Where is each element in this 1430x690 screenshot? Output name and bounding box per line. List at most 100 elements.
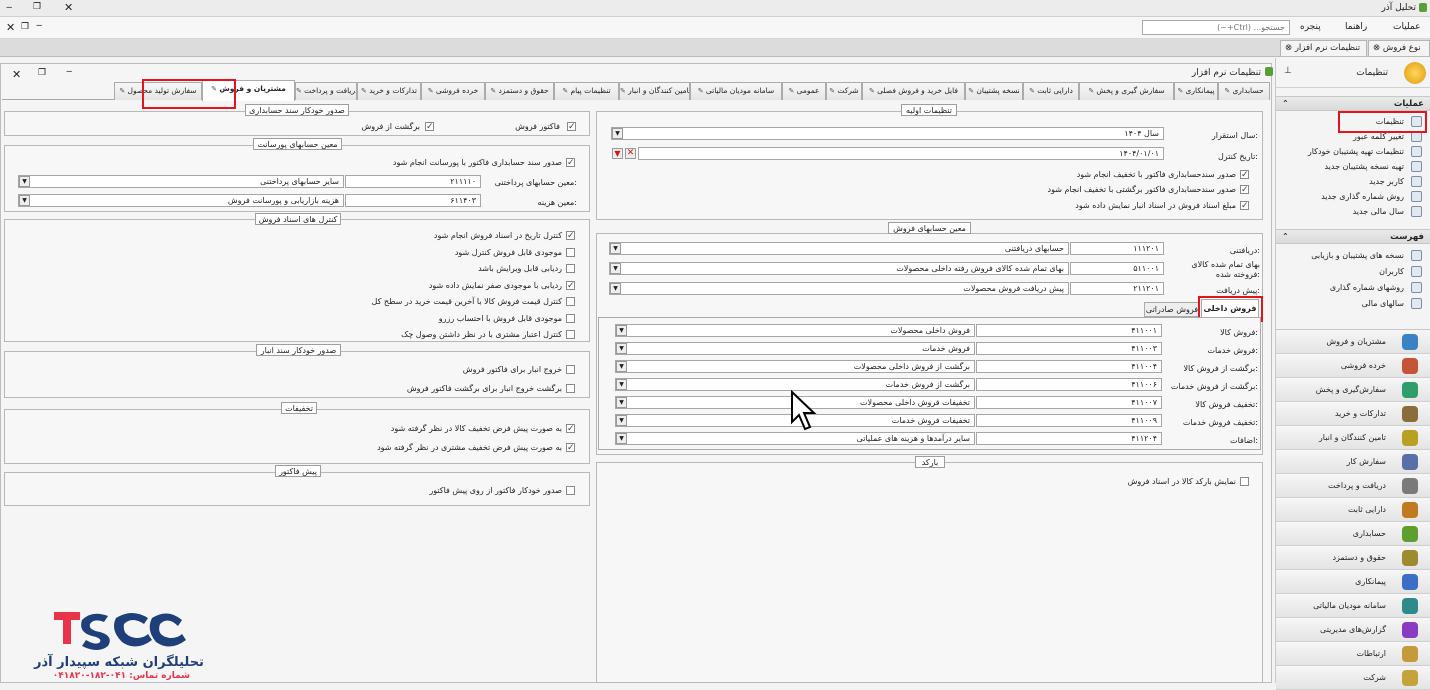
return-checkbox[interactable] xyxy=(425,122,434,131)
panel-restore-icon[interactable]: ❐ xyxy=(38,68,46,78)
tab-7[interactable]: ✎ عمومی xyxy=(782,82,826,100)
discount-checkbox[interactable] xyxy=(566,424,575,433)
doc-control-checkbox[interactable] xyxy=(566,247,575,257)
dropdown-arrow-icon[interactable]: ▼ xyxy=(616,433,627,444)
mdi-close-icon[interactable]: ✕ xyxy=(6,21,15,34)
nav-module-10[interactable]: پیمانکاری xyxy=(1276,570,1430,594)
sidebar-ops-header[interactable]: عملیات ⌃ xyxy=(1276,96,1430,111)
tab-8[interactable]: ✎ سامانه مودیان مالیاتی xyxy=(690,82,782,100)
nav-module-8[interactable]: حسابداری xyxy=(1276,522,1430,546)
search-input[interactable] xyxy=(1142,20,1290,35)
sidebar-op-new-fiscal-year[interactable]: سال مالی جدید xyxy=(1276,204,1430,219)
discount-checkbox[interactable] xyxy=(566,443,575,452)
tab-close-icon[interactable]: ⊗ xyxy=(1373,43,1380,53)
doctab-settings[interactable]: ⊗ تنظیمات نرم افزار xyxy=(1280,40,1367,56)
sidebar-list-item[interactable]: نسخه های پشتیبان و بازیابی xyxy=(1276,248,1430,264)
close-icon[interactable]: ✕ xyxy=(64,1,73,14)
menu-operations[interactable]: عملیات xyxy=(1393,22,1420,32)
sales-account-name-select[interactable]: حسابهای دریافتنی xyxy=(609,242,1069,255)
sidebar-list-item[interactable]: روشهای شماره گذاری xyxy=(1276,280,1430,296)
tab-11[interactable]: ✎ حقوق و دستمزد xyxy=(485,82,554,100)
nav-module-0[interactable]: مشتریان و فروش xyxy=(1276,330,1430,354)
domestic-row-code-input[interactable]: ۴۱۱۰۰۱ xyxy=(976,324,1162,337)
menu-help[interactable]: راهنما xyxy=(1345,22,1367,32)
tab-2[interactable]: ✎ سفارش گیری و پخش xyxy=(1079,82,1174,100)
dropdown-arrow-icon[interactable]: ▼ xyxy=(616,379,627,390)
checkbox[interactable] xyxy=(1240,201,1249,210)
nav-module-13[interactable]: ارتباطات xyxy=(1276,642,1430,666)
sidebar-op-auto-backup[interactable]: تنظیمات تهیه پشتیبان خودکار xyxy=(1276,144,1430,159)
dropdown-arrow-icon[interactable]: ▼ xyxy=(616,415,627,426)
tab-5[interactable]: ✎ فایل خرید و فروش فصلی xyxy=(862,82,965,100)
nav-module-12[interactable]: گزارش‌های مدیریتی xyxy=(1276,618,1430,642)
dropdown-arrow-icon[interactable]: ▼ xyxy=(19,176,30,187)
sidebar-op-new-user[interactable]: کاربر جدید xyxy=(1276,174,1430,189)
nav-module-6[interactable]: دریافت و پرداخت xyxy=(1276,474,1430,498)
nav-module-14[interactable]: شرکت xyxy=(1276,666,1430,690)
tab-export-sales[interactable]: فروش صادراتی xyxy=(1144,302,1200,317)
sidebar-op-new-numbering[interactable]: روش شماره گذاری جدید xyxy=(1276,189,1430,204)
domestic-row-name-select[interactable]: سایر درآمدها و هزینه های عملیاتی xyxy=(615,432,975,445)
payable-code-input[interactable]: ۲۱۱۱۱۰ xyxy=(345,175,481,188)
domestic-row-code-input[interactable]: ۴۱۱۰۰۳ xyxy=(976,342,1162,355)
checkbox[interactable] xyxy=(1240,170,1249,179)
sales-account-code-input[interactable]: ۵۱۱۰۰۱ xyxy=(1070,262,1164,275)
domestic-row-code-input[interactable]: ۴۱۱۰۰۹ xyxy=(976,414,1162,427)
doc-control-checkbox[interactable] xyxy=(566,231,575,240)
dropdown-arrow-icon[interactable]: ▼ xyxy=(610,263,621,274)
tab-14[interactable]: ✎ دریافت و پرداخت xyxy=(295,82,357,100)
control-date-input[interactable]: ۱۴۰۴/۰۱/۰۱ xyxy=(638,147,1164,160)
sidebar-list-header[interactable]: فهرست ⌃ xyxy=(1276,229,1430,244)
tab-close-icon[interactable]: ⊗ xyxy=(1285,43,1292,53)
mdi-minimize-icon[interactable]: ‒ xyxy=(36,20,42,31)
dropdown-arrow-icon[interactable]: ▼ xyxy=(616,325,627,336)
domestic-row-code-input[interactable]: ۴۱۱۰۰۴ xyxy=(976,360,1162,373)
tab-0[interactable]: ✎ حسابداری xyxy=(1218,82,1270,100)
sales-account-name-select[interactable]: بهای تمام شده کالای فروش رفته داخلی محصو… xyxy=(609,262,1069,275)
collapse-icon[interactable]: ⌃ xyxy=(1282,230,1289,244)
dropdown-arrow-icon[interactable]: ▼ xyxy=(612,128,623,139)
sidebar-op-new-backup[interactable]: تهیه نسخه پشتیبان جدید xyxy=(1276,159,1430,174)
tab-3[interactable]: ✎ دارایی ثابت xyxy=(1023,82,1079,100)
mdi-restore-icon[interactable]: ❐ xyxy=(21,22,29,32)
collapse-icon[interactable]: ⌃ xyxy=(1282,97,1289,111)
minimize-icon[interactable]: ‒ xyxy=(6,2,12,13)
payable-name-select[interactable]: سایر حسابهای پرداختنی xyxy=(18,175,344,188)
tab-4[interactable]: ✎ نسخه پشتیبان xyxy=(965,82,1023,100)
dropdown-arrow-icon[interactable]: ▼ xyxy=(616,361,627,372)
dropdown-arrow-icon[interactable]: ▼ xyxy=(610,283,621,294)
sidebar-list-item[interactable]: کاربران xyxy=(1276,264,1430,280)
nav-module-9[interactable]: حقوق و دستمزد xyxy=(1276,546,1430,570)
filter-icon[interactable]: ▼ xyxy=(612,148,623,159)
stock-checkbox[interactable] xyxy=(566,365,575,374)
dropdown-arrow-icon[interactable]: ▼ xyxy=(610,243,621,254)
dropdown-arrow-icon[interactable]: ▼ xyxy=(616,343,627,354)
expense-code-input[interactable]: ۶۱۱۴۰۳ xyxy=(345,194,481,207)
sales-account-name-select[interactable]: پیش دریافت فروش محصولات xyxy=(609,282,1069,295)
domestic-row-code-input[interactable]: ۴۱۱۰۰۷ xyxy=(976,396,1162,409)
tab-13[interactable]: ✎ تدارکات و خرید xyxy=(357,82,421,100)
domestic-row-code-input[interactable]: ۴۱۱۰۰۶ xyxy=(976,378,1162,391)
expense-name-select[interactable]: هزینه بازاریابی و پورسانت فروش xyxy=(18,194,344,207)
sales-account-code-input[interactable]: ۱۱۱۲۰۱ xyxy=(1070,242,1164,255)
year-select[interactable]: سال ۱۴۰۴ xyxy=(611,127,1164,140)
domestic-row-name-select[interactable]: فروش خدمات xyxy=(615,342,975,355)
nav-module-7[interactable]: دارایی ثابت xyxy=(1276,498,1430,522)
checkbox[interactable] xyxy=(1240,185,1249,194)
nav-module-4[interactable]: تامین کنندگان و انبار xyxy=(1276,426,1430,450)
doc-control-checkbox[interactable] xyxy=(566,264,575,273)
doc-control-checkbox[interactable] xyxy=(566,297,575,306)
dropdown-arrow-icon[interactable]: ▼ xyxy=(19,195,30,206)
panel-minimize-icon[interactable]: ‒ xyxy=(66,66,72,77)
domestic-row-code-input[interactable]: ۴۱۱۲۰۴ xyxy=(976,432,1162,445)
doctab-sales-type[interactable]: ⊗ نوع فروش xyxy=(1368,40,1430,56)
restore-icon[interactable]: ❐ xyxy=(33,2,41,12)
doc-control-checkbox[interactable] xyxy=(566,313,575,323)
tab-9[interactable]: ✎ تامین کنندگان و انبار xyxy=(619,82,690,100)
preinvoice-checkbox[interactable] xyxy=(566,486,575,495)
doc-control-checkbox[interactable] xyxy=(566,330,575,339)
pin-icon[interactable]: ⊥ xyxy=(1284,66,1292,76)
barcode-checkbox[interactable] xyxy=(1240,477,1249,486)
domestic-row-name-select[interactable]: فروش داخلی محصولات xyxy=(615,324,975,337)
tab-12[interactable]: ✎ خرده فروشی xyxy=(421,82,485,100)
